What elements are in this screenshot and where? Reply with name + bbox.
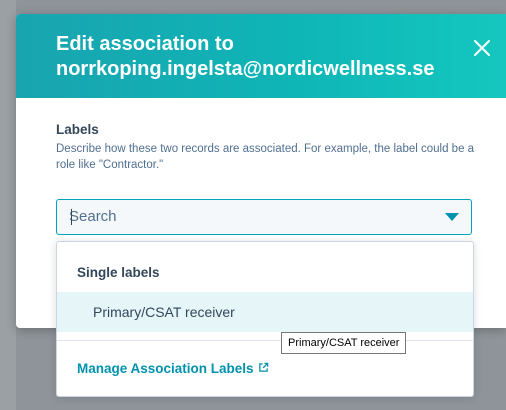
labels-description: Describe how these two records are assoc… (56, 143, 475, 171)
option-primary-csat-receiver[interactable]: Primary/CSAT receiver (57, 292, 473, 332)
text-cursor (71, 209, 72, 225)
labels-heading: Labels (56, 122, 99, 137)
external-link-icon (258, 362, 268, 372)
divider (57, 340, 473, 341)
search-input[interactable] (69, 200, 429, 233)
manage-association-labels-link[interactable]: Manage Association Labels (77, 361, 269, 376)
modal-title: Edit association to norrkoping.ingelsta@… (56, 33, 435, 80)
option-label: Primary/CSAT receiver (93, 304, 235, 320)
background-overlay (0, 0, 16, 410)
manage-link-label: Manage Association Labels (77, 361, 254, 376)
close-icon (474, 40, 490, 56)
caret-down-icon[interactable] (445, 213, 459, 221)
modal-header: Edit association to norrkoping.ingelsta@… (16, 14, 506, 98)
option-tooltip: Primary/CSAT receiver (281, 332, 407, 354)
labels-dropdown-menu: Single labels Primary/CSAT receiver Mana… (56, 241, 474, 397)
label-search-select[interactable] (56, 199, 472, 235)
group-label-single-labels: Single labels (77, 265, 160, 280)
close-button[interactable] (470, 36, 494, 60)
